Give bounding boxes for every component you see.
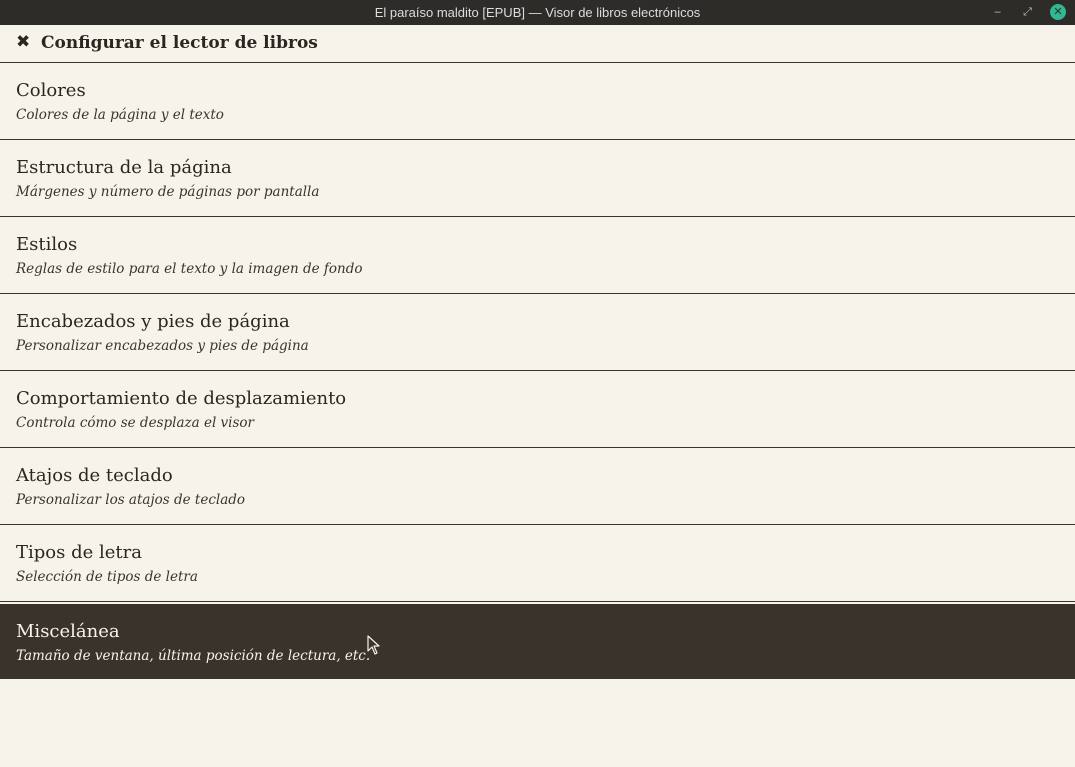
- settings-item-name: Tipos de letra: [16, 542, 142, 563]
- settings-title: Configurar el lector de libros: [41, 33, 318, 53]
- settings-item-name: Estilos: [16, 234, 78, 255]
- settings-item-description: Controla cómo se desplaza el visor: [16, 415, 255, 431]
- close-settings-icon[interactable]: ✖: [16, 32, 30, 52]
- settings-item-atajos[interactable]: Atajos de teclado Personalizar los atajo…: [0, 448, 1075, 525]
- window-close-icon[interactable]: ✕: [1050, 4, 1066, 20]
- settings-item-name: Estructura de la página: [16, 157, 232, 178]
- settings-item-description: Personalizar encabezados y pies de págin…: [16, 338, 309, 354]
- settings-item-name: Encabezados y pies de página: [16, 311, 290, 332]
- settings-item-description: Colores de la página y el texto: [16, 107, 224, 123]
- settings-item-description: Márgenes y número de páginas por pantall…: [16, 184, 320, 200]
- settings-item-description: Selección de tipos de letra: [16, 569, 198, 585]
- settings-item-tipos-de-letra[interactable]: Tipos de letra Selección de tipos de let…: [0, 525, 1075, 602]
- settings-item-description: Personalizar los atajos de teclado: [16, 492, 246, 508]
- settings-item-name: Colores: [16, 80, 86, 101]
- settings-item-name: Miscelánea: [16, 621, 120, 642]
- settings-item-name: Comportamiento de desplazamiento: [16, 388, 347, 409]
- window-title: El paraíso maldito [EPUB] — Visor de lib…: [374, 5, 701, 20]
- settings-header: ✖ Configurar el lector de libros: [0, 25, 1075, 63]
- mouse-cursor-icon: [367, 635, 380, 655]
- settings-item-desplazamiento[interactable]: Comportamiento de desplazamiento Control…: [0, 371, 1075, 448]
- settings-item-colores[interactable]: Colores Colores de la página y el texto: [0, 63, 1075, 140]
- settings-item-estilos[interactable]: Estilos Reglas de estilo para el texto y…: [0, 217, 1075, 294]
- settings-item-estructura[interactable]: Estructura de la página Márgenes y númer…: [0, 140, 1075, 217]
- settings-item-miscelanea[interactable]: Miscelánea Tamaño de ventana, última pos…: [0, 602, 1075, 679]
- window-titlebar: El paraíso maldito [EPUB] — Visor de lib…: [0, 0, 1075, 25]
- settings-item-name: Atajos de teclado: [16, 465, 173, 486]
- maximize-icon[interactable]: ⤢: [1019, 4, 1036, 21]
- settings-list: Colores Colores de la página y el texto …: [0, 63, 1075, 679]
- settings-item-encabezados[interactable]: Encabezados y pies de página Personaliza…: [0, 294, 1075, 371]
- settings-item-description: Reglas de estilo para el texto y la imag…: [16, 261, 363, 277]
- settings-item-description: Tamaño de ventana, última posición de le…: [16, 648, 371, 664]
- minimize-icon[interactable]: –: [989, 4, 1006, 21]
